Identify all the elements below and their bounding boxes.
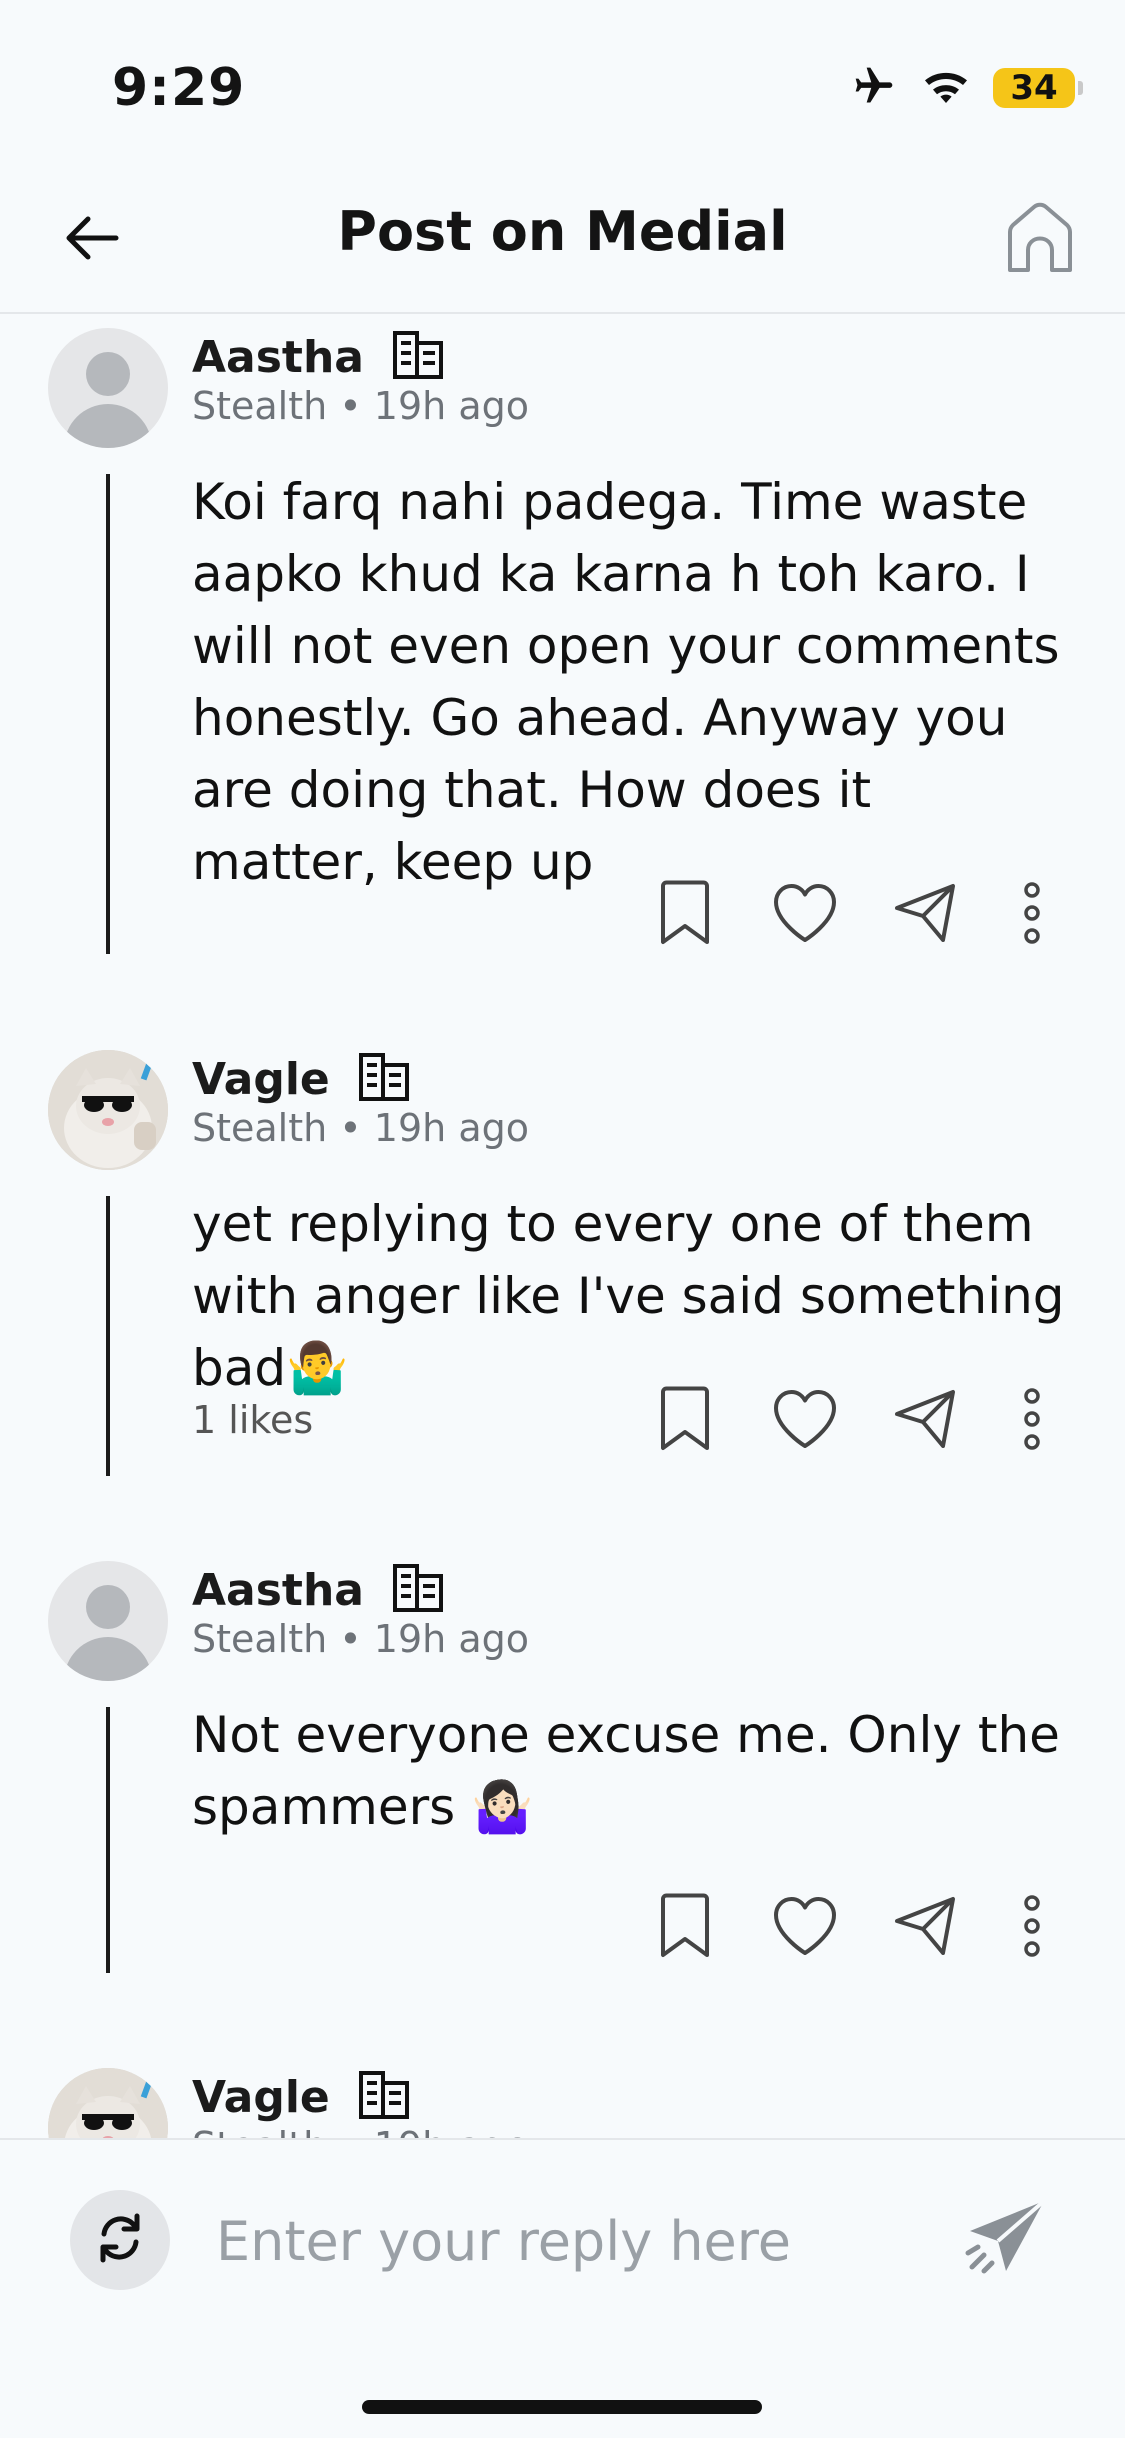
more-icon (1022, 1895, 1042, 1961)
share-button[interactable] (880, 1376, 970, 1466)
battery-icon: 34 (993, 68, 1083, 108)
header: Post on Medial (0, 170, 1125, 314)
share-icon (893, 1388, 957, 1454)
battery-level: 34 (1010, 68, 1058, 108)
more-options-button[interactable] (992, 1883, 1072, 1973)
home-icon (1004, 200, 1076, 280)
comment-meta: Stealth • 19h ago (192, 1106, 529, 1150)
status-time: 9:29 (112, 58, 246, 118)
comment-author-row: Vagle (192, 1052, 410, 1106)
likes-count[interactable]: 1 likes (192, 1398, 313, 1442)
thread-line (106, 1707, 110, 1973)
like-button[interactable] (760, 1883, 850, 1973)
send-button[interactable] (955, 2192, 1055, 2292)
send-icon (962, 2197, 1048, 2287)
bookmark-button[interactable] (640, 1883, 730, 1973)
share-icon (893, 882, 957, 948)
comment-author-row: Vagle (192, 2070, 410, 2124)
username[interactable]: Vagle (192, 2072, 330, 2123)
avatar[interactable] (48, 1050, 168, 1170)
building-icon (358, 1052, 410, 1106)
comment-item: Vagle Stealth • 19h ago (0, 2068, 1125, 2138)
username[interactable]: Aastha (192, 1565, 364, 1616)
share-button[interactable] (880, 1883, 970, 1973)
comment-meta: Stealth • 19h ago (192, 1617, 529, 1661)
bookmark-button[interactable] (640, 870, 730, 960)
thread-line (106, 1196, 110, 1476)
heart-icon (772, 883, 838, 947)
share-icon (893, 1895, 957, 1961)
building-icon (392, 1563, 444, 1617)
comment-item: Aastha Stealth • 19h ago Koi farq nahi p… (0, 328, 1125, 1028)
bookmark-icon (657, 1893, 713, 1963)
thread-line (106, 474, 110, 954)
like-button[interactable] (760, 1376, 850, 1466)
comment-meta: Stealth • 19h ago (192, 2124, 529, 2138)
comment-actions (640, 1376, 1100, 1466)
avatar[interactable] (48, 2068, 168, 2138)
comment-feed[interactable]: Aastha Stealth • 19h ago Koi farq nahi p… (0, 314, 1125, 2138)
home-indicator (362, 2400, 762, 2414)
reply-input[interactable] (214, 2192, 918, 2290)
avatar[interactable] (48, 328, 168, 448)
wifi-icon (921, 66, 971, 110)
status-bar: 9:29 34 (0, 0, 1125, 170)
heart-icon (772, 1389, 838, 1453)
more-icon (1022, 882, 1042, 948)
airplane-icon (849, 64, 899, 112)
heart-icon (772, 1896, 838, 1960)
comment-text: Not everyone excuse me. Only the spammer… (192, 1706, 1060, 1836)
comment-author-row: Aastha (192, 330, 444, 384)
refresh-button[interactable] (70, 2190, 170, 2290)
building-icon (358, 2070, 410, 2124)
more-options-button[interactable] (992, 870, 1072, 960)
bookmark-icon (657, 880, 713, 950)
page-title: Post on Medial (337, 200, 788, 263)
comment-meta: Stealth • 19h ago (192, 384, 529, 428)
avatar[interactable] (48, 1561, 168, 1681)
comment-actions (640, 1883, 1100, 1973)
more-icon (1022, 1388, 1042, 1454)
comment-item: Aastha Stealth • 19h ago Not everyone ex… (0, 1561, 1125, 2061)
home-button[interactable] (995, 190, 1085, 290)
comment-actions (640, 870, 1100, 960)
comment-item: Vagle Stealth • 19h ago yet replying to … (0, 1050, 1125, 1550)
comment-author-row: Aastha (192, 1563, 444, 1617)
like-button[interactable] (760, 870, 850, 960)
username[interactable]: Vagle (192, 1054, 330, 1105)
username[interactable]: Aastha (192, 332, 364, 383)
more-options-button[interactable] (992, 1376, 1072, 1466)
status-icons: 34 (849, 64, 1083, 112)
building-icon (392, 330, 444, 384)
comment-text: yet replying to every one of them with a… (192, 1195, 1065, 1397)
bookmark-icon (657, 1386, 713, 1456)
refresh-icon (90, 2208, 150, 2272)
share-button[interactable] (880, 870, 970, 960)
bookmark-button[interactable] (640, 1376, 730, 1466)
comment-text: Koi farq nahi padega. Time waste aapko k… (192, 473, 1060, 891)
reply-bar (0, 2138, 1125, 2438)
